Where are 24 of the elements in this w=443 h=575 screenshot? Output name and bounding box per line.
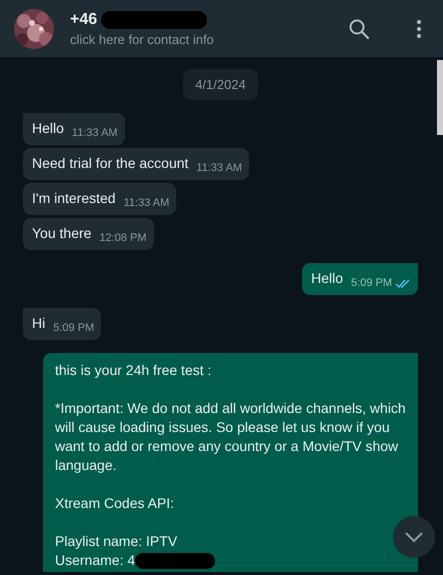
message-time: 11:33 AM [196, 161, 242, 176]
scroll-down-button[interactable] [393, 516, 435, 558]
contact-info-link[interactable]: click here for contact info [70, 32, 311, 46]
message-time: 5:09 PM [53, 321, 94, 336]
message-text: *Important: We do not add all worldwide channels, which will cause loading issues. So please let us know if you want to add or remove any country or a Movie/TV show language. [55, 399, 407, 475]
date-label: 4/1/2024 [183, 69, 258, 100]
contact-name[interactable]: +46 [70, 10, 98, 28]
message-text: Hi [32, 314, 46, 333]
message-text: this is your 24h free test : [55, 361, 212, 380]
message-time: 12:08 PM [99, 231, 147, 246]
message-text: Username: 4 [55, 552, 136, 568]
message-time: 5:09 PM [351, 276, 392, 291]
message-text: I'm interested [32, 189, 116, 208]
message-text: Hello [311, 269, 344, 288]
chevron-down-icon [404, 531, 424, 543]
message-text: Hello [32, 119, 64, 138]
search-icon[interactable] [347, 16, 371, 40]
message-text: You there [32, 224, 92, 243]
message-time: 11:33 AM [124, 196, 170, 211]
message-time: 11:33 AM [72, 126, 118, 141]
scrollbar-thumb[interactable] [437, 60, 443, 135]
message-text: Playlist name: IPTV [55, 532, 178, 551]
message-text: Xtream Codes API: [55, 494, 176, 513]
message-text: Need trial for the account [32, 154, 188, 173]
